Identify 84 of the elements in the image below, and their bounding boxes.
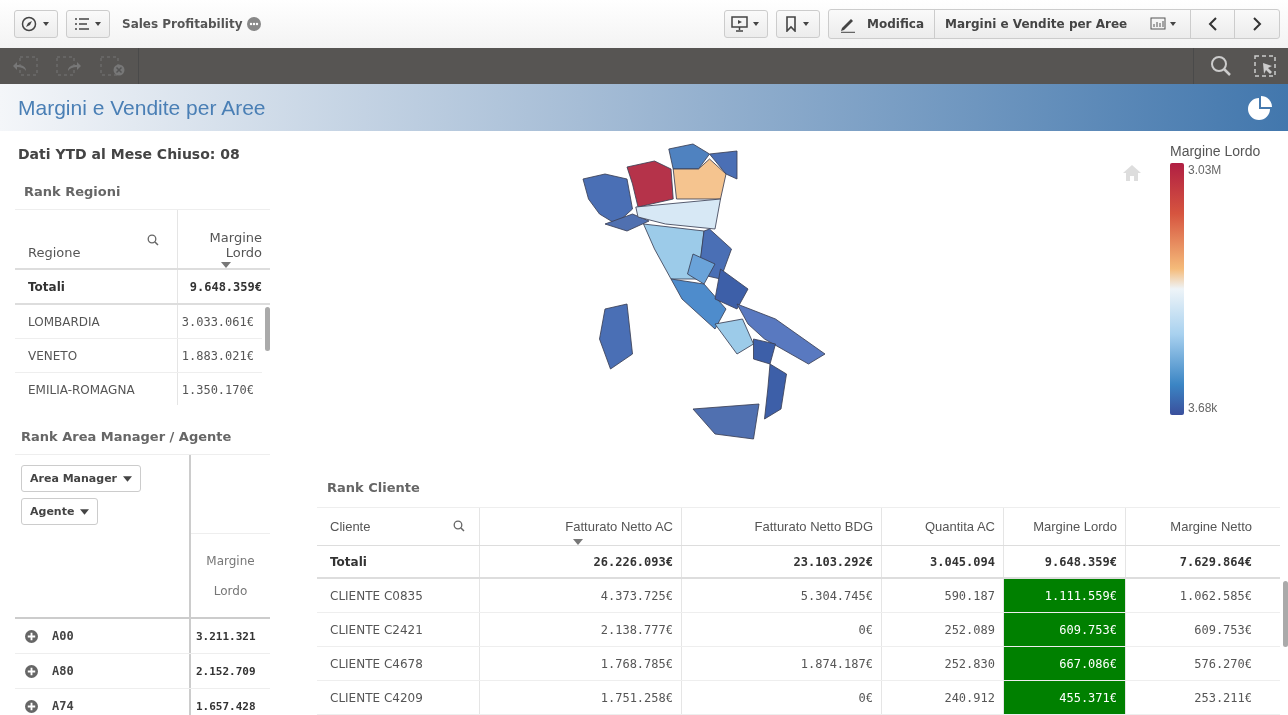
table-cell-text: 1.883.021€ [180, 347, 255, 365]
total-cell: 26.226.093€ [480, 546, 682, 577]
table-cell: LOMBARDIA [15, 305, 178, 338]
table-cell: 5.304.745€ [682, 579, 882, 612]
table-cell: 609.753€ [1004, 613, 1126, 646]
dimension-dropdown[interactable]: Area Manager [21, 465, 142, 492]
expand-plus-icon[interactable] [25, 629, 38, 643]
agent-code: A80 [52, 664, 74, 678]
table-cell: 667.086€ [1004, 647, 1126, 680]
scrollbar[interactable] [265, 307, 270, 351]
table-cell: 1.111.559€ [1004, 579, 1126, 612]
table-cell-text: 609.753€ [1193, 621, 1253, 639]
agent-code: A00 [52, 629, 74, 643]
table-cell: 455.371€ [1004, 681, 1126, 714]
column-header[interactable]: Fatturato Netto BDG [682, 508, 882, 545]
dimension-dropdown[interactable]: Agente [21, 498, 99, 525]
table-cell-text: 253.211€ [1193, 689, 1253, 707]
more-options-icon[interactable] [246, 17, 261, 31]
table-cell: 2.138.777€ [480, 613, 682, 646]
compass-caret-icon [21, 16, 51, 32]
table-cell-text: 576.270€ [1193, 655, 1253, 673]
table-cell: 0€ [682, 613, 882, 646]
table-cell: 1.751.258€ [480, 681, 682, 714]
total-cell: 9.648.359€ [1004, 546, 1126, 577]
edit-button[interactable]: Modifica [829, 10, 935, 38]
chevron-right-icon [1251, 17, 1263, 31]
column-header: Margine Lordo [205, 552, 256, 600]
chevron-left-icon [1206, 17, 1219, 31]
table-cell: 1.657.428 [196, 699, 256, 713]
table-cell: EMILIA-ROMAGNA [15, 373, 178, 405]
total-cell-text: 7.629.864€ [1178, 553, 1253, 571]
bookmark-button[interactable] [776, 10, 820, 38]
agent-code: A74 [52, 699, 74, 713]
table-cell: 1.768.785€ [480, 647, 682, 680]
list-caret-icon [73, 16, 103, 32]
expand-plus-icon[interactable] [25, 664, 38, 678]
table-cell-text: 3.033.061€ [180, 313, 255, 331]
section-title: Rank Regioni [24, 184, 122, 199]
expand-plus-icon[interactable] [25, 699, 38, 713]
table-cell: VENETO [15, 339, 178, 372]
section-title: Rank Cliente [327, 480, 421, 495]
caret-icon [80, 508, 90, 515]
total-cell: 23.103.292€ [682, 546, 882, 577]
table-cell: 3.211.321 [196, 629, 256, 643]
total-cell: 3.045.094 [882, 546, 1004, 577]
search-icon[interactable] [453, 520, 465, 532]
search-icon[interactable] [147, 234, 159, 246]
caret-icon [123, 475, 133, 482]
table-cell: 0€ [682, 681, 882, 714]
column-header[interactable]: Quantita AC [882, 508, 1004, 545]
list-menu-button[interactable] [66, 10, 110, 38]
screen-caret-icon [731, 16, 761, 32]
app-title: Sales Profitability [122, 17, 243, 31]
table-cell: 1.874.187€ [682, 647, 882, 680]
legend-min-label: 3.68k [1188, 401, 1219, 415]
total-cell-text: 9.648.359€ [188, 278, 263, 296]
selection-tool-icon[interactable] [1254, 55, 1276, 77]
legend-title: Margine Lordo [1170, 143, 1261, 159]
table-cell-text: 1.350.170€ [180, 381, 255, 399]
presentation-button[interactable] [724, 10, 768, 38]
legend-max-label: 3.03M [1188, 163, 1222, 177]
column-header[interactable]: Regione [15, 210, 178, 268]
table-cell: CLIENTE C4209 [317, 681, 480, 714]
table-cell-text: 1.062.585€ [1178, 587, 1253, 605]
total-cell: Totali [317, 546, 480, 577]
column-header[interactable]: Margine Lordo [178, 210, 270, 268]
sheet-title: Margini e Vendite per Aree [18, 95, 266, 120]
table-cell: CLIENTE C4678 [317, 647, 480, 680]
column-header[interactable]: Fatturato Netto AC [480, 508, 682, 545]
sheet-selector[interactable]: Margini e Vendite per Aree [935, 10, 1191, 38]
section-title: Rank Area Manager / Agente [21, 429, 233, 444]
search-icon[interactable] [1210, 55, 1232, 77]
table-cell: CLIENTE C0835 [317, 579, 480, 612]
table-cell: CLIENTE C2421 [317, 613, 480, 646]
table-cell: 2.152.709 [196, 664, 256, 678]
pie-chart-icon [1246, 93, 1274, 122]
column-header[interactable]: Cliente [317, 508, 480, 545]
column-header[interactable]: Margine Netto [1126, 508, 1260, 545]
ytd-label: Dati YTD al Mese Chiuso: 08 [18, 146, 241, 162]
column-header[interactable]: Margine Lordo [1004, 508, 1126, 545]
total-cell: Totali [15, 270, 178, 303]
scrollbar[interactable] [1283, 581, 1288, 647]
table-cell: 4.373.725€ [480, 579, 682, 612]
navigation-button[interactable] [14, 10, 58, 38]
